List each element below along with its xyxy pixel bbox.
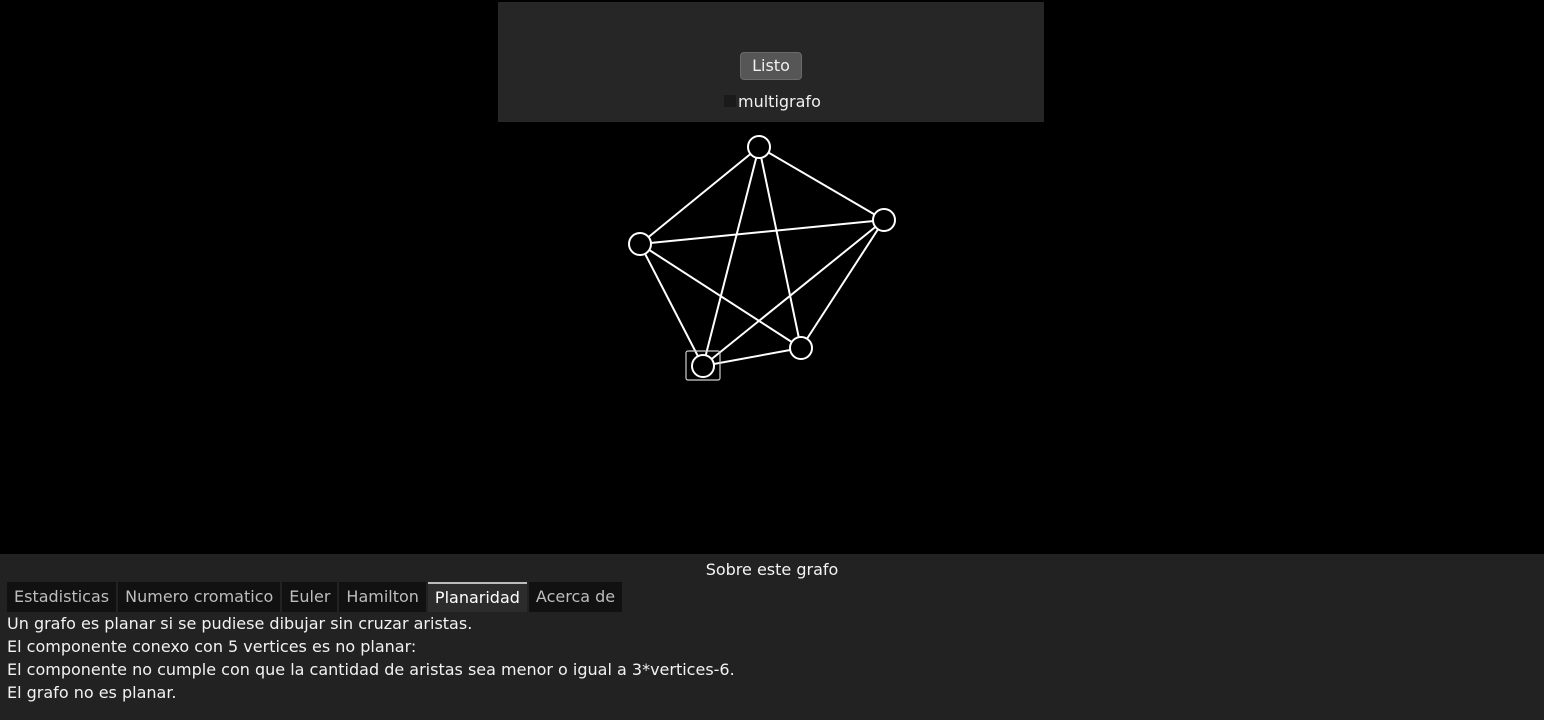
graph-edges xyxy=(639,146,885,367)
graph-edge xyxy=(639,243,704,367)
graph-edge xyxy=(800,219,885,349)
panel-title: Sobre este grafo xyxy=(705,560,839,579)
tab-planaridad[interactable]: Planaridad xyxy=(427,582,527,612)
graph-edge xyxy=(702,146,760,367)
graph-edge xyxy=(639,146,760,245)
graph-edge xyxy=(758,146,885,221)
tab-euler[interactable]: Euler xyxy=(282,582,338,612)
tab-acerca-de[interactable]: Acerca de xyxy=(528,582,623,612)
graph-canvas[interactable] xyxy=(0,0,1544,554)
graph-vertex[interactable] xyxy=(747,135,771,159)
content-line: Un grafo es planar si se pudiese dibujar… xyxy=(7,614,473,633)
tab-content: Un grafo es planar si se pudiese dibujar… xyxy=(7,612,1537,704)
info-panel: Sobre este grafo Estadisticas Numero cro… xyxy=(0,554,1544,720)
tab-estadisticas[interactable]: Estadisticas xyxy=(7,582,117,612)
tab-hamilton[interactable]: Hamilton xyxy=(339,582,426,612)
content-line: El grafo no es planar. xyxy=(7,683,177,702)
graph-vertex[interactable] xyxy=(691,354,715,378)
tab-numero-cromatico[interactable]: Numero cromatico xyxy=(118,582,281,612)
content-line: El componente conexo con 5 vertices es n… xyxy=(7,637,417,656)
graph-vertex[interactable] xyxy=(789,336,813,360)
graph-vertices xyxy=(628,135,896,378)
graph-edge xyxy=(639,219,885,245)
graph-edge xyxy=(758,146,802,349)
graph-vertex[interactable] xyxy=(872,208,896,232)
tab-bar: Estadisticas Numero cromatico Euler Hami… xyxy=(7,582,623,612)
content-line: El componente no cumple con que la canti… xyxy=(7,660,735,679)
graph-vertex[interactable] xyxy=(628,232,652,256)
graph-edge xyxy=(639,243,802,349)
